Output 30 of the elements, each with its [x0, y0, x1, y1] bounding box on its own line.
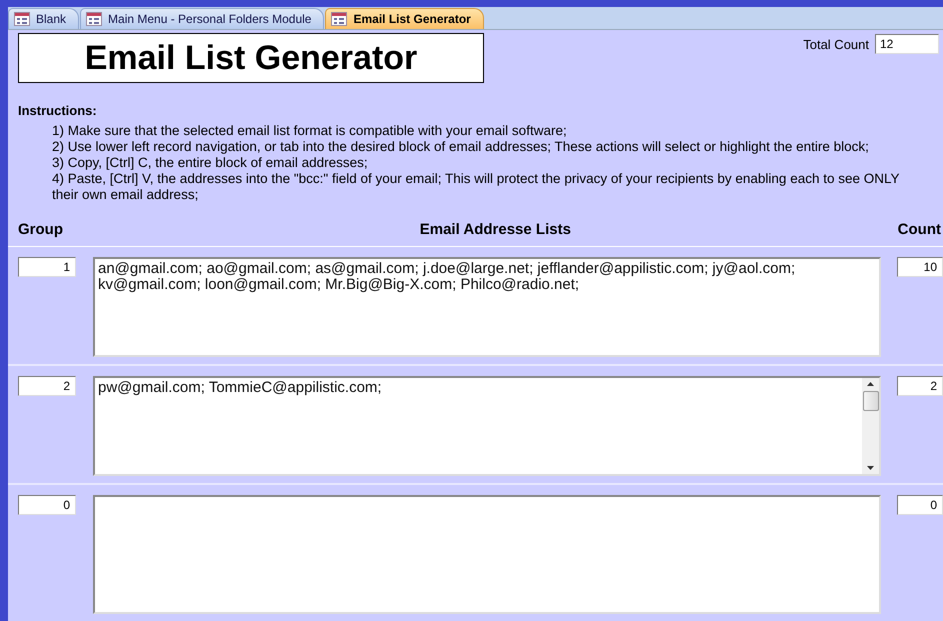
count-field[interactable]: 2 — [897, 376, 943, 396]
instruction-step: 2) Use lower left record navigation, or tab into the desired block of email addresses; These actions will select or highlight the entire block; — [18, 139, 913, 155]
email-list-field[interactable]: pw@gmail.com; TommieC@appilistic.com; — [93, 376, 881, 476]
scroll-up-icon[interactable] — [866, 381, 875, 387]
column-header: Count — [898, 221, 941, 238]
document-tab[interactable]: Email List Generator — [325, 8, 484, 29]
form-title: Email List Generator — [18, 33, 484, 83]
column-header: Group — [18, 221, 64, 238]
email-list-field[interactable]: an@gmail.com; ao@gmail.com; as@gmail.com; j.doe@large.net; jefflander@appilistic.com; jy@aol.com; kv@gmail.com; loon@gmail.com; Mr.Big@Big-X.com; Philco@radio.net; — [93, 257, 881, 357]
group-field[interactable]: 1 — [18, 257, 76, 277]
group-field[interactable]: 0 — [18, 495, 76, 515]
instruction-step: 4) Paste, [Ctrl] V, the addresses into the "bcc:" field of your email; This will protect the privacy of your recipients by enabling each to see ONLY their own email address; — [18, 171, 913, 203]
group-field[interactable]: 2 — [18, 376, 76, 396]
instruction-step: 3) Copy, [Ctrl] C, the entire block of email addresses; — [18, 155, 913, 171]
document-tab[interactable]: Blank — [8, 8, 80, 29]
form-icon — [86, 12, 102, 26]
total-count-label: Total Count — [803, 36, 869, 52]
scroll-thumb[interactable] — [862, 391, 878, 411]
count-field[interactable]: 10 — [897, 257, 943, 277]
instructions-heading: Instructions: — [18, 103, 98, 119]
count-field[interactable]: 0 — [897, 495, 943, 515]
document-tab[interactable]: Main Menu - Personal Folders Module — [80, 8, 324, 29]
email-list-field[interactable] — [93, 495, 881, 614]
scrollbar[interactable] — [862, 378, 879, 474]
scroll-down-icon[interactable] — [866, 465, 875, 471]
form-icon — [331, 12, 348, 26]
column-header: Email Addresse Lists — [418, 221, 572, 238]
form-icon — [14, 12, 30, 26]
total-count-field[interactable]: 12 — [875, 34, 939, 54]
instruction-step: 1) Make sure that the selected email list format is compatible with your email software; — [18, 123, 913, 139]
